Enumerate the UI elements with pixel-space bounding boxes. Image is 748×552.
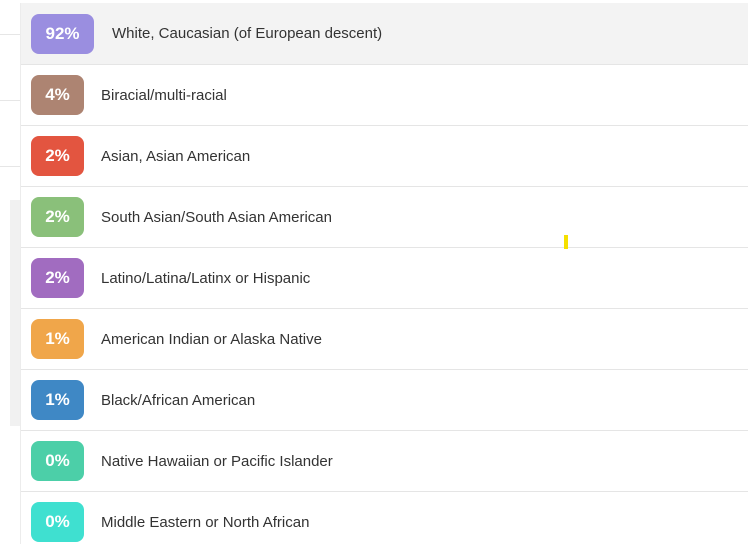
result-row[interactable]: 4% Biracial/multi-racial: [21, 65, 748, 126]
percent-badge: 0%: [31, 441, 84, 481]
result-label: Asian, Asian American: [101, 147, 251, 165]
result-label: White, Caucasian (of European descent): [112, 25, 383, 42]
results-list: 92% White, Caucasian (of European descen…: [21, 3, 748, 552]
result-row[interactable]: 0% Middle Eastern or North African: [21, 492, 748, 552]
result-row[interactable]: 2% South Asian/South Asian American: [21, 187, 748, 248]
background-divider: [0, 34, 21, 35]
result-label: Native Hawaiian or Pacific Islander: [101, 452, 333, 470]
percent-badge: 0%: [31, 502, 84, 542]
result-label: American Indian or Alaska Native: [101, 330, 322, 348]
background-divider: [0, 166, 21, 167]
percent-badge: 4%: [31, 75, 84, 115]
background-divider: [0, 100, 21, 101]
percent-badge: 92%: [31, 13, 94, 54]
result-label: South Asian/South Asian American: [101, 208, 332, 226]
result-row[interactable]: 1% Black/African American: [21, 370, 748, 431]
result-row[interactable]: 1% American Indian or Alaska Native: [21, 309, 748, 370]
result-label: Black/African American: [101, 391, 256, 409]
result-label: Middle Eastern or North African: [101, 513, 310, 531]
result-row[interactable]: 0% Native Hawaiian or Pacific Islander: [21, 431, 748, 492]
percent-badge: 2%: [31, 197, 84, 237]
result-label: Latino/Latina/Latinx or Hispanic: [101, 269, 311, 287]
percent-badge: 2%: [31, 258, 84, 298]
percent-badge: 1%: [31, 319, 84, 359]
result-row[interactable]: 2% Asian, Asian American: [21, 126, 748, 187]
text-cursor-marker: [564, 235, 568, 249]
percent-badge: 1%: [31, 380, 84, 420]
result-row[interactable]: 2% Latino/Latina/Latinx or Hispanic: [21, 248, 748, 309]
background-panel-edge: [10, 200, 21, 426]
result-row[interactable]: 92% White, Caucasian (of European descen…: [21, 3, 748, 65]
result-label: Biracial/multi-racial: [101, 86, 227, 104]
percent-badge: 2%: [31, 136, 84, 176]
